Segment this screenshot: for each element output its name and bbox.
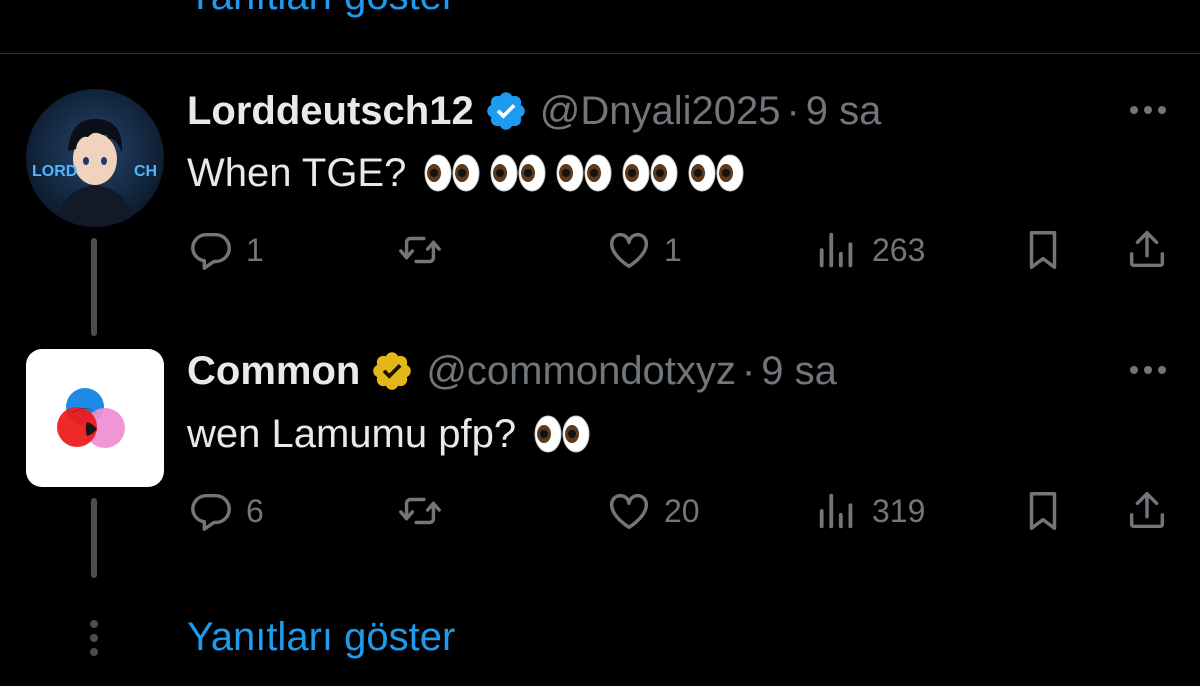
reply-count: 1 (246, 231, 264, 268)
show-replies-link[interactable]: Yanıtları göster (187, 615, 455, 660)
eyes-emoji-icon (534, 415, 590, 453)
eyes-emoji-icon (556, 154, 612, 192)
views-count: 263 (872, 231, 926, 268)
views-button[interactable]: 263 (814, 227, 925, 273)
thread-dots-top (90, 0, 100, 4)
bookmark-icon (1029, 231, 1057, 269)
tweet-header: Lorddeutsch12 @Dnyali2025 · 9 sa (187, 86, 881, 136)
avatar-text-right: CH (134, 163, 157, 180)
more-options-icon[interactable] (1126, 360, 1170, 380)
divider (0, 53, 1200, 54)
reply-icon (191, 232, 231, 270)
like-button[interactable]: 20 (606, 488, 700, 534)
tweet-text-content: When TGE? (187, 150, 407, 195)
separator-dot: · (786, 88, 800, 133)
tweet-text: wen Lamumu pfp? (187, 407, 590, 461)
tweet-header: Common @commondotxyz · 9 sa (187, 346, 837, 396)
thread-dots-icon (90, 620, 100, 662)
retweet-button[interactable] (397, 227, 475, 273)
tweet-text-content: wen Lamumu pfp? (187, 411, 517, 456)
views-button[interactable]: 319 (814, 488, 925, 534)
avatar-image: LORD CH (26, 89, 164, 227)
timestamp[interactable]: 9 sa (761, 349, 837, 394)
reply-button[interactable]: 6 (188, 488, 266, 534)
bookmark-icon (1029, 492, 1057, 530)
views-count: 319 (872, 492, 926, 529)
avatar-common[interactable] (26, 349, 164, 487)
verified-badge-icon (486, 92, 525, 130)
reply-count: 6 (246, 492, 264, 529)
separator-dot: · (741, 348, 756, 393)
eyes-emoji-icon (622, 154, 678, 192)
verified-badge-icon (373, 352, 412, 390)
reply-icon (191, 493, 231, 531)
timestamp[interactable]: 9 sa (806, 89, 882, 134)
retweet-icon (399, 236, 441, 264)
retweet-icon (399, 497, 441, 525)
thread-line (91, 238, 97, 336)
avatar-lorddeutsch12[interactable]: LORD CH (26, 89, 164, 227)
heart-icon (610, 232, 648, 269)
display-name[interactable]: Lorddeutsch12 (187, 89, 474, 134)
views-chart-icon (819, 232, 853, 268)
share-button[interactable] (1124, 227, 1182, 273)
like-button[interactable]: 1 (606, 227, 684, 273)
display-name[interactable]: Common (187, 349, 360, 394)
common-logo-icon (57, 388, 125, 448)
eyes-emoji-icon (490, 154, 546, 192)
reply-button[interactable]: 1 (188, 227, 266, 273)
share-icon (1129, 231, 1165, 268)
avatar-text-left: LORD (32, 163, 77, 180)
thread-line (91, 498, 97, 578)
user-handle[interactable]: @Dnyali2025 (540, 89, 781, 134)
share-button[interactable] (1124, 488, 1182, 534)
heart-icon (610, 493, 648, 530)
share-icon (1129, 492, 1165, 529)
user-handle[interactable]: @commondotxyz (426, 349, 736, 394)
show-replies-link-top[interactable]: Yanıtları göster (187, 0, 455, 19)
tweet-text: When TGE? (187, 146, 744, 200)
bookmark-button[interactable] (1020, 488, 1078, 534)
bookmark-button[interactable] (1020, 227, 1078, 273)
like-count: 1 (664, 231, 682, 268)
eyes-emoji-icon (688, 154, 744, 192)
eyes-emoji-icon (424, 154, 480, 192)
views-chart-icon (819, 493, 853, 529)
more-options-icon[interactable] (1126, 100, 1170, 120)
like-count: 20 (664, 492, 700, 529)
retweet-button[interactable] (397, 488, 475, 534)
